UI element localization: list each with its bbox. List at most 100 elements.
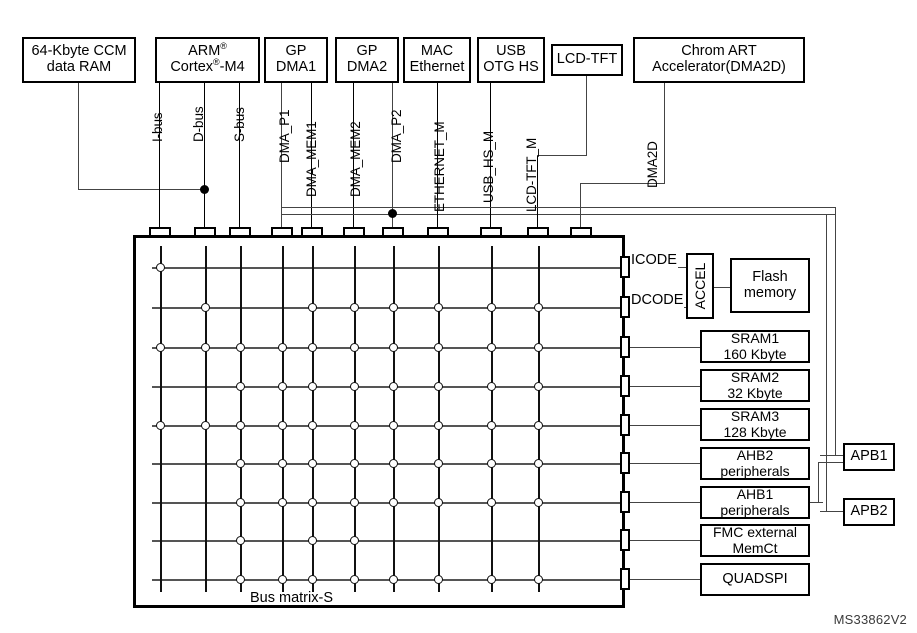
slave-block-quadspi[interactable]: QUADSPI <box>700 563 810 596</box>
bus-label-lcd-tft-m: LCD-TFT_M <box>524 137 539 212</box>
diagram-canvas: 64-Kbyte CCM data RAM ARM® Cortex®-M4 GP… <box>0 0 917 633</box>
master-block-mac-ethernet[interactable]: MAC Ethernet <box>403 37 471 83</box>
slave-label-line-1: FMC external <box>712 524 798 541</box>
slave-block-sram2[interactable]: SRAM2 32 Kbyte <box>700 369 810 402</box>
slave-label-line-2: memory <box>743 284 797 301</box>
matrix-row-sram3-128-kbyte <box>152 425 622 427</box>
wire-ahb1-to-apb-bus <box>809 502 823 503</box>
matrix-port-dma-p1[interactable] <box>271 227 293 237</box>
bus-label-usb-hs-m: USB_HS_M <box>481 131 496 203</box>
figure-watermark: MS33862V2 <box>833 612 907 627</box>
matrix-port-usb-hs-m[interactable] <box>480 227 502 237</box>
dcode-label: DCODE <box>630 292 685 308</box>
matrix-column-dma-p1 <box>282 246 284 592</box>
bus-matrix-label: Bus matrix-S <box>250 590 333 606</box>
slave-block-flash[interactable]: Flash memory <box>730 258 810 313</box>
slave-block-sram1[interactable]: SRAM1 160 Kbyte <box>700 330 810 363</box>
matrix-slave-port-fmc[interactable] <box>620 529 630 551</box>
wire-apb2-entry <box>820 511 844 512</box>
wire-ccm-ram-horizontal <box>78 189 205 190</box>
master-block-gp-dma2[interactable]: GP DMA2 <box>335 37 399 83</box>
matrix-row-fmc-external-memct <box>152 540 622 542</box>
wire-dma-peripheral-rail <box>281 214 835 215</box>
apb2-label: APB2 <box>850 503 888 520</box>
matrix-port-dma-mem1[interactable] <box>301 227 323 237</box>
matrix-column-i-bus <box>160 246 162 592</box>
wire-slave-sram3 <box>629 425 702 426</box>
matrix-port-i-bus[interactable] <box>149 227 171 237</box>
matrix-row-sram1-160-kbyte <box>152 347 622 349</box>
matrix-port-d-bus[interactable] <box>194 227 216 237</box>
matrix-row-dcode <box>152 307 622 309</box>
junction-dot-ccm-dbus <box>200 185 209 194</box>
matrix-slave-port-ahb1[interactable] <box>620 491 630 513</box>
wire-lcd-tft-from-block <box>586 76 587 156</box>
slave-block-fmc[interactable]: FMC external MemCt <box>700 524 810 557</box>
matrix-column-usb-hs-m <box>491 246 493 592</box>
master-block-gp-dma1[interactable]: GP DMA1 <box>264 37 328 83</box>
matrix-port-ethernet-m[interactable] <box>427 227 449 237</box>
slave-label-line-1: SRAM1 <box>730 330 780 347</box>
matrix-slave-port-ahb2[interactable] <box>620 452 630 474</box>
matrix-port-s-bus[interactable] <box>229 227 251 237</box>
slave-block-sram3[interactable]: SRAM3 128 Kbyte <box>700 408 810 441</box>
bus-label-d-bus: D-bus <box>191 106 206 142</box>
wire-apb1-descent <box>835 207 836 455</box>
wire-ccm-ram-vertical-stub <box>78 83 79 189</box>
slave-block-ahb2-peripherals[interactable]: AHB2 peripherals <box>700 447 810 480</box>
matrix-slave-port-qspi[interactable] <box>620 568 630 590</box>
wire-ahb1-to-apb1 <box>818 462 844 463</box>
master-label-line-2: Ethernet <box>409 59 465 75</box>
wire-i-bus <box>159 83 160 231</box>
master-block-lcd-tft[interactable]: LCD-TFT <box>551 44 623 76</box>
matrix-slave-port-icode[interactable] <box>620 256 630 278</box>
slave-label-line-2: 160 Kbyte <box>723 345 787 362</box>
slave-label-line-1: SRAM3 <box>730 408 780 425</box>
slave-label-line-1: AHB2 <box>736 447 774 464</box>
matrix-column-ethernet-m <box>438 246 440 592</box>
slave-label-line-1: SRAM2 <box>730 369 780 386</box>
junction-dot-dma-p2-rail <box>388 209 397 218</box>
matrix-port-lcd-tft-m[interactable] <box>527 227 549 237</box>
slave-label-line-2: peripherals <box>720 501 790 518</box>
wire-dma2d-from-block <box>664 83 665 183</box>
slave-label-line-1: Flash <box>752 268 788 285</box>
bus-label-dma-p2: DMA_P2 <box>389 109 404 163</box>
bus-label-dma-p1: DMA_P1 <box>277 109 292 163</box>
master-block-ccm-ram[interactable]: 64-Kbyte CCM data RAM <box>22 37 136 83</box>
matrix-column-d-bus <box>205 246 207 592</box>
wire-lcd-tft-elbow <box>537 155 587 156</box>
matrix-slave-port-sram2[interactable] <box>620 375 630 397</box>
apb2-block[interactable]: APB2 <box>843 498 895 526</box>
master-label-line-1: MAC <box>420 43 454 60</box>
accel-block[interactable]: ACCEL <box>686 253 714 319</box>
slave-label-line-2: 32 Kbyte <box>727 384 783 401</box>
accel-label: ACCEL <box>692 262 708 310</box>
wire-s-bus <box>239 83 240 231</box>
wire-accel-to-flash <box>713 287 731 288</box>
master-label-line-1: Chrom ART <box>681 43 757 60</box>
master-block-usb-otg-hs[interactable]: USB OTG HS <box>477 37 545 83</box>
matrix-slave-port-dcode[interactable] <box>620 296 630 318</box>
matrix-port-dma-p2[interactable] <box>382 227 404 237</box>
matrix-slave-port-sram1[interactable] <box>620 336 630 358</box>
apb1-label: APB1 <box>850 448 888 465</box>
apb1-block[interactable]: APB1 <box>843 443 895 471</box>
master-label-line-2: DMA1 <box>275 59 317 75</box>
wire-apb-rail-upper <box>281 207 835 208</box>
master-block-cortex-m4[interactable]: ARM® Cortex®-M4 <box>155 37 260 83</box>
bus-label-dma-mem1: DMA_MEM1 <box>304 121 319 197</box>
master-block-chrom-art[interactable]: Chrom ART Accelerator(DMA2D) <box>633 37 805 83</box>
bus-label-dma2d: DMA2D <box>645 141 660 188</box>
master-label-line-1: USB <box>496 43 526 60</box>
wire-slave-sram1 <box>629 347 702 348</box>
slave-block-ahb1-peripherals[interactable]: AHB1 peripherals <box>700 486 810 519</box>
matrix-port-dma2d[interactable] <box>570 227 592 237</box>
matrix-slave-port-sram3[interactable] <box>620 414 630 436</box>
matrix-column-dma-p2 <box>393 246 395 592</box>
master-label-line-2: Accelerator(DMA2D) <box>652 59 786 75</box>
wire-slave-ahb2 <box>629 463 702 464</box>
master-label-line-1: GP <box>356 43 378 60</box>
slave-label-line-2: MemCt <box>732 539 778 556</box>
matrix-port-dma-mem2[interactable] <box>343 227 365 237</box>
